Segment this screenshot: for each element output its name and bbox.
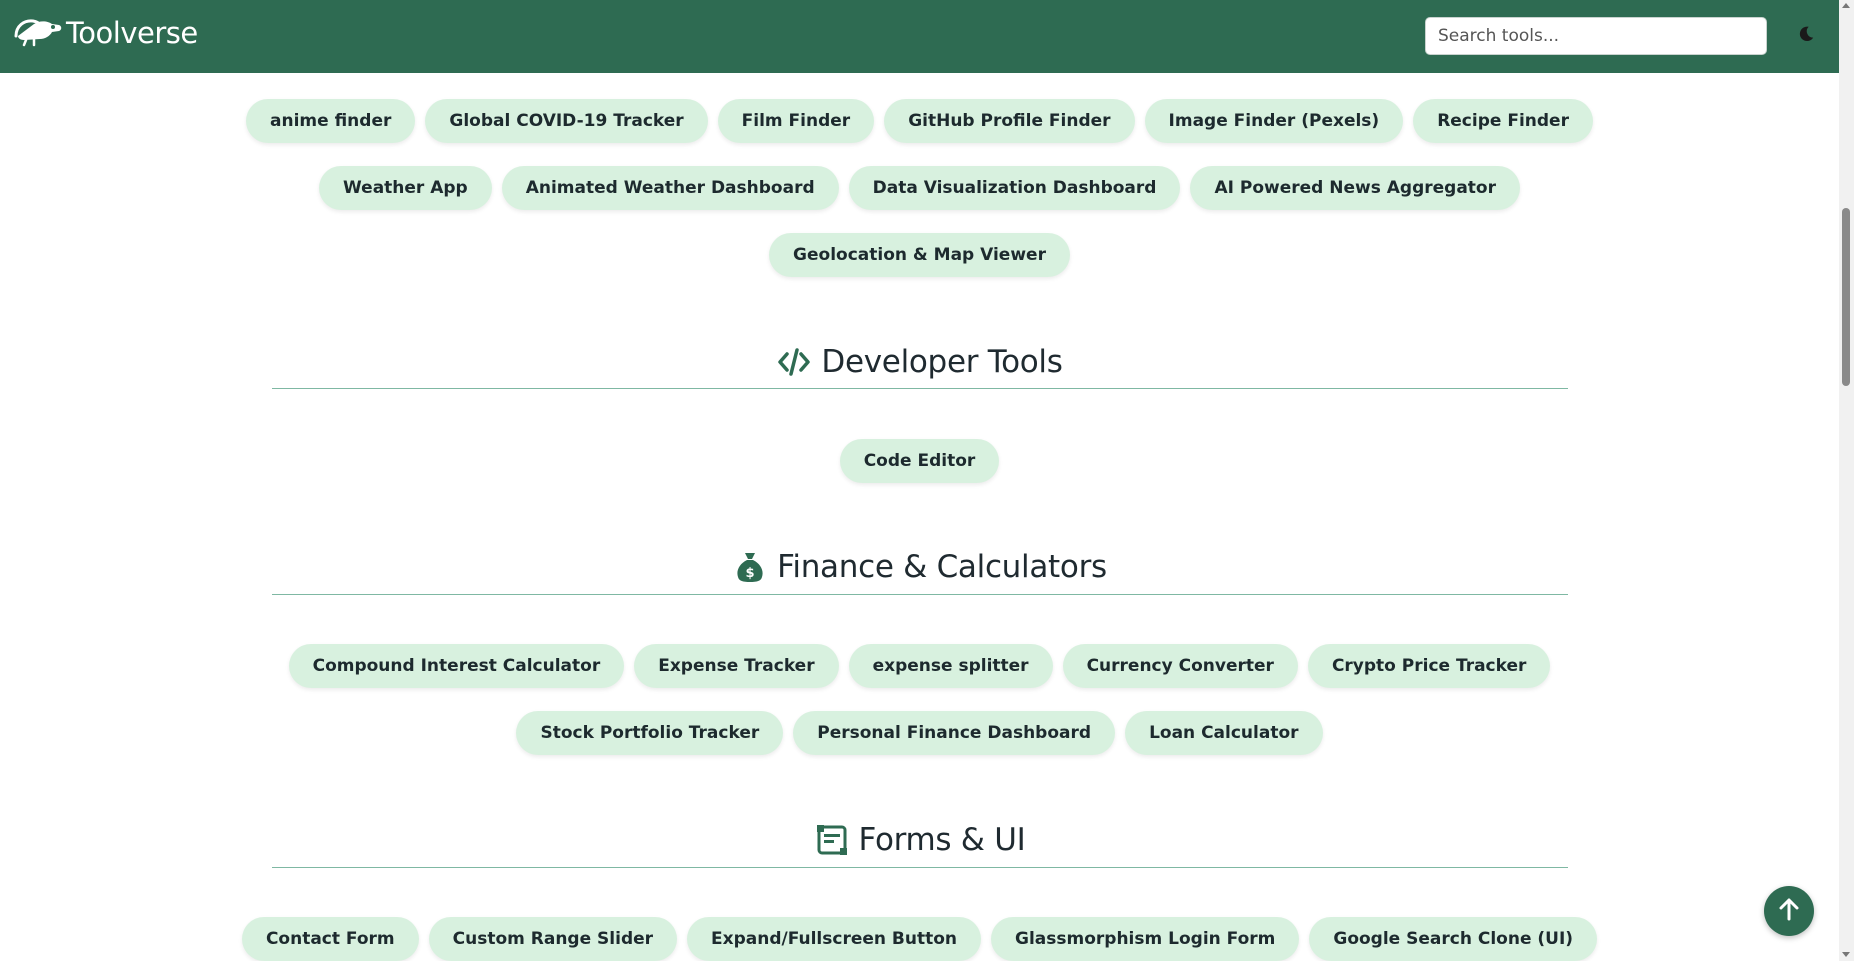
section-divider bbox=[272, 388, 1568, 389]
tool-chip[interactable]: Animated Weather Dashboard bbox=[501, 166, 839, 210]
form-icon bbox=[815, 823, 849, 857]
tool-chip[interactable]: Film Finder bbox=[717, 99, 875, 143]
moon-icon bbox=[1797, 25, 1815, 47]
arrow-up-icon bbox=[1778, 897, 1800, 925]
tool-chip[interactable]: Contact Form bbox=[241, 917, 419, 961]
top-navbar: Toolverse bbox=[0, 0, 1839, 73]
tool-chip[interactable]: Crypto Price Tracker bbox=[1307, 644, 1551, 688]
brand[interactable]: Toolverse bbox=[12, 14, 198, 52]
scroll-down-arrow-icon[interactable] bbox=[1842, 952, 1850, 957]
tool-chip[interactable]: Geolocation & Map Viewer bbox=[769, 233, 1070, 277]
tool-chip[interactable]: Stock Portfolio Tracker bbox=[516, 711, 784, 755]
theme-toggle-button[interactable] bbox=[1793, 23, 1819, 49]
back-to-top-button[interactable] bbox=[1764, 886, 1814, 936]
tool-chip[interactable]: Glassmorphism Login Form bbox=[991, 917, 1300, 961]
svg-text:$: $ bbox=[746, 566, 755, 581]
section-divider bbox=[272, 867, 1568, 868]
section-heading-forms-ui: Forms & UI bbox=[272, 821, 1568, 859]
forms-ui-row-1: Contact Form Custom Range Slider Expand/… bbox=[0, 917, 1839, 961]
api-tools-row-2: Weather App Animated Weather Dashboard D… bbox=[0, 166, 1839, 210]
section-divider bbox=[272, 594, 1568, 595]
tool-chip[interactable]: Personal Finance Dashboard bbox=[793, 711, 1116, 755]
tool-chip[interactable]: Currency Converter bbox=[1062, 644, 1298, 688]
finance-row-1: Compound Interest Calculator Expense Tra… bbox=[0, 644, 1839, 688]
chameleon-logo-icon bbox=[12, 14, 64, 52]
tool-chip[interactable]: Compound Interest Calculator bbox=[288, 644, 625, 688]
tool-chip[interactable]: Recipe Finder bbox=[1413, 99, 1593, 143]
vertical-scrollbar[interactable] bbox=[1839, 0, 1854, 961]
code-icon bbox=[777, 345, 811, 379]
scrollbar-thumb[interactable] bbox=[1842, 208, 1850, 386]
tool-chip[interactable]: AI Powered News Aggregator bbox=[1190, 166, 1520, 210]
tool-chip[interactable]: Expense Tracker bbox=[634, 644, 839, 688]
section-title: Developer Tools bbox=[821, 344, 1063, 380]
section-title: Forms & UI bbox=[858, 822, 1026, 858]
tool-chip[interactable]: GitHub Profile Finder bbox=[884, 99, 1135, 143]
tool-chip[interactable]: anime finder bbox=[246, 99, 416, 143]
main-content: anime finder Global COVID-19 Tracker Fil… bbox=[0, 73, 1839, 961]
tool-chip[interactable]: Loan Calculator bbox=[1125, 711, 1323, 755]
developer-tools-row-1: Code Editor bbox=[0, 439, 1839, 483]
finance-row-2: Stock Portfolio Tracker Personal Finance… bbox=[0, 711, 1839, 755]
tool-chip[interactable]: Google Search Clone (UI) bbox=[1309, 917, 1598, 961]
scroll-up-arrow-icon[interactable] bbox=[1842, 3, 1850, 8]
api-tools-row-3: Geolocation & Map Viewer bbox=[0, 233, 1839, 277]
tool-chip[interactable]: Weather App bbox=[319, 166, 492, 210]
tool-chip[interactable]: Expand/Fullscreen Button bbox=[687, 917, 982, 961]
section-title: Finance & Calculators bbox=[777, 549, 1107, 585]
brand-name: Toolverse bbox=[66, 16, 198, 50]
tool-chip[interactable]: Code Editor bbox=[839, 439, 1000, 483]
tool-chip[interactable]: expense splitter bbox=[848, 644, 1053, 688]
money-bag-icon: $ bbox=[733, 550, 767, 584]
tool-chip[interactable]: Image Finder (Pexels) bbox=[1144, 99, 1404, 143]
tool-chip[interactable]: Data Visualization Dashboard bbox=[848, 166, 1181, 210]
tool-chip[interactable]: Custom Range Slider bbox=[428, 917, 678, 961]
search-input[interactable] bbox=[1425, 17, 1767, 55]
section-heading-finance: $ Finance & Calculators bbox=[272, 548, 1568, 586]
api-tools-row-1: anime finder Global COVID-19 Tracker Fil… bbox=[0, 99, 1839, 143]
tool-chip[interactable]: Global COVID-19 Tracker bbox=[425, 99, 708, 143]
section-heading-developer-tools: Developer Tools bbox=[272, 343, 1568, 381]
